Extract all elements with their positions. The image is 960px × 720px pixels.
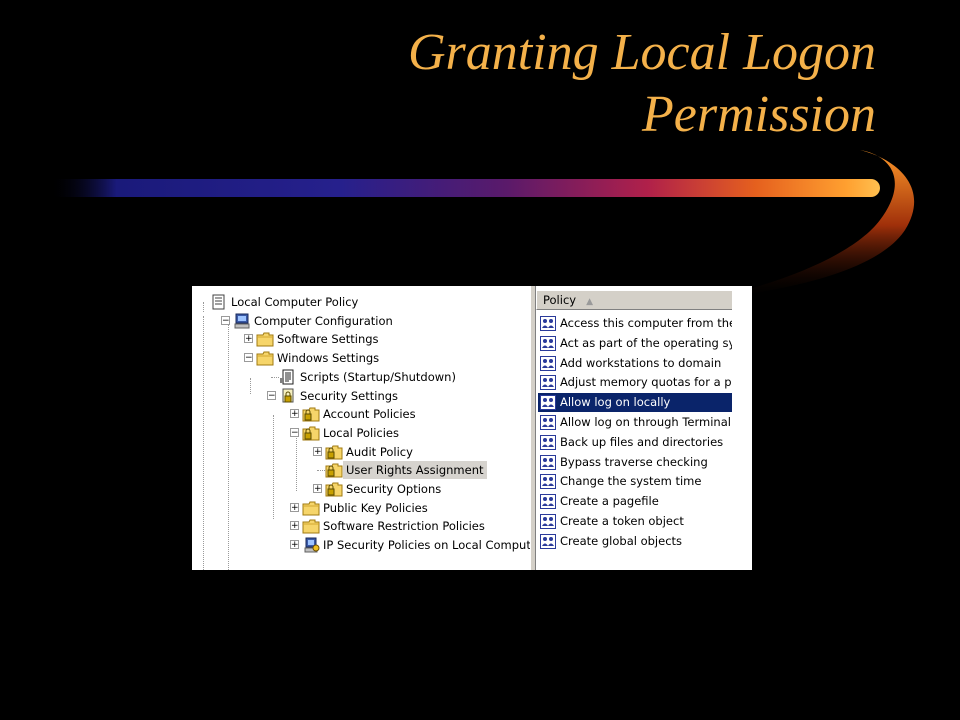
ip-security-icon — [302, 537, 320, 553]
tree-item-label: Local Policies — [323, 425, 399, 440]
tree-item-audit-policy[interactable]: + Audit Policy — [192, 443, 530, 461]
tree-item-label: Windows Settings — [277, 351, 380, 366]
folder-icon — [302, 518, 320, 534]
tree-item-label: Audit Policy — [346, 444, 413, 459]
slide-title-line-1: Granting Local Logon — [407, 24, 876, 81]
folder-icon — [302, 500, 320, 516]
tree-item-public-key-policies[interactable]: + Public Key Policies — [192, 499, 530, 517]
policy-list-item[interactable]: Adjust memory quotas for a p — [538, 373, 732, 392]
computer-icon — [233, 313, 251, 329]
policy-item-label: Allow log on locally — [560, 395, 671, 410]
policy-item-icon — [540, 355, 556, 371]
policy-item-label: Create a token object — [560, 514, 684, 528]
tree-item-security-settings[interactable]: − Security Settings — [192, 387, 530, 405]
expand-icon[interactable]: + — [290, 521, 299, 531]
policy-item-icon — [540, 316, 556, 331]
policy-list-item[interactable]: Create a token object — [538, 512, 732, 531]
tree-item-security-options[interactable]: + Security Options — [192, 480, 530, 498]
policy-list-item[interactable]: Back up files and directories — [538, 433, 732, 452]
tree-item-scripts-startup-shutdown[interactable]: Scripts (Startup/Shutdown) — [192, 368, 530, 386]
expand-icon[interactable]: + — [244, 334, 253, 344]
group-policy-editor-screenshot: Local Computer Policy − Computer Configura… — [192, 286, 752, 570]
collapse-icon[interactable]: − — [267, 390, 276, 400]
tree-item-local-policies[interactable]: − Local Policies — [192, 424, 530, 442]
policy-item-icon — [540, 415, 556, 430]
policy-list-item[interactable]: Create global objects — [538, 532, 732, 551]
policy-list-item[interactable]: Bypass traverse checking — [538, 453, 732, 472]
policy-item-label: Create global objects — [560, 533, 683, 548]
tree-item-computer-configuration[interactable]: − Computer Configuration — [192, 312, 530, 330]
tree-item-windows-settings[interactable]: − Windows Settings — [192, 349, 530, 367]
tree-item-local-computer-policy[interactable]: Local Computer Policy — [192, 293, 530, 311]
collapse-icon[interactable]: − — [221, 315, 230, 325]
tree-item-label: Local Computer Policy — [231, 295, 359, 309]
policy-item-label: Allow log on through Terminal — [560, 415, 731, 429]
tree-item-label: Account Policies — [323, 407, 416, 422]
locked-folder-icon — [325, 462, 343, 478]
policy-item-icon — [540, 395, 556, 411]
decorative-swoosh — [50, 150, 915, 300]
policy-list-item[interactable]: Access this computer from the — [538, 314, 732, 333]
policy-item-icon — [540, 533, 556, 549]
policy-list-item[interactable]: Add workstations to domain — [538, 354, 732, 373]
policy-list-item[interactable]: Act as part of the operating sy — [538, 334, 732, 353]
policy-item-icon — [540, 434, 556, 450]
policy-column-header[interactable]: Policy ▲ — [536, 290, 732, 310]
tree-item-ip-security-policies-on-local-computer[interactable]: + IP Security Policies on Local Computer — [192, 536, 530, 554]
expand-icon[interactable]: + — [290, 540, 299, 550]
slide-title: Granting Local Logon Permission — [176, 22, 876, 146]
tree-item-label: Computer Configuration — [254, 313, 393, 328]
expand-icon[interactable]: + — [290, 409, 299, 419]
policy-doc-icon — [210, 294, 228, 310]
policy-list-item[interactable]: Change the system time — [538, 472, 732, 491]
policy-item-icon — [540, 454, 556, 470]
expand-icon[interactable]: + — [290, 502, 299, 512]
policy-list-item[interactable]: Allow log on locally — [538, 393, 732, 413]
sort-ascending-icon: ▲ — [586, 297, 594, 307]
policy-item-label: Back up files and directories — [560, 434, 724, 449]
policy-column-label: Policy — [543, 293, 577, 307]
tree-item-label: Scripts (Startup/Shutdown) — [300, 369, 456, 384]
policy-item-label: Act as part of the operating sy — [560, 335, 732, 350]
policy-list-item[interactable]: Allow log on through Terminal — [538, 413, 732, 432]
policy-list-item[interactable]: Create a pagefile — [538, 492, 732, 511]
script-icon — [279, 369, 297, 385]
locked-folder-icon — [325, 444, 343, 460]
tree-item-label: Security Settings — [300, 388, 399, 403]
policy-item-label: Access this computer from the — [560, 316, 732, 330]
policy-item-icon — [540, 514, 556, 529]
tree-item-account-policies[interactable]: + Account Policies — [192, 405, 530, 423]
expand-icon[interactable]: + — [313, 446, 322, 456]
locked-folder-icon — [302, 406, 320, 422]
locked-folder-icon — [325, 481, 343, 497]
policy-item-icon — [540, 375, 556, 391]
policy-item-icon — [540, 335, 556, 351]
slide-title-line-2: Permission — [642, 86, 876, 143]
collapse-icon[interactable]: − — [244, 353, 253, 363]
policy-tree: Local Computer Policy − Computer Configura… — [192, 286, 530, 570]
tree-item-label: IP Security Policies on Local Computer — [323, 538, 530, 553]
policy-item-label: Change the system time — [560, 474, 702, 489]
policy-item-icon — [540, 474, 556, 490]
collapse-icon[interactable]: − — [290, 427, 299, 437]
tree-item-software-settings[interactable]: + Software Settings — [192, 330, 530, 348]
folder-icon — [256, 350, 274, 366]
policy-item-icon — [540, 494, 556, 510]
policy-list-pane: Policy ▲ Access this computer from the Act… — [536, 286, 752, 570]
tree-item-label: Software Restriction Policies — [323, 519, 485, 534]
policy-item-label: Bypass traverse checking — [560, 454, 708, 469]
policy-item-label: Add workstations to domain — [560, 355, 722, 370]
tree-item-label: Public Key Policies — [323, 500, 428, 515]
tree-item-software-restriction-policies[interactable]: + Software Restriction Policies — [192, 517, 530, 535]
tree-item-label: User Rights Assignment — [343, 461, 487, 480]
tree-item-label: Security Options — [346, 482, 442, 496]
folder-icon — [256, 331, 274, 347]
locked-folder-icon — [302, 425, 320, 441]
policy-item-label: Adjust memory quotas for a p — [560, 375, 732, 390]
tree-item-label: Software Settings — [277, 332, 379, 347]
policy-item-label: Create a pagefile — [560, 494, 659, 509]
security-settings-icon — [279, 388, 297, 404]
tree-item-user-rights-assignment[interactable]: User Rights Assignment — [192, 461, 530, 480]
expand-icon[interactable]: + — [313, 484, 322, 494]
